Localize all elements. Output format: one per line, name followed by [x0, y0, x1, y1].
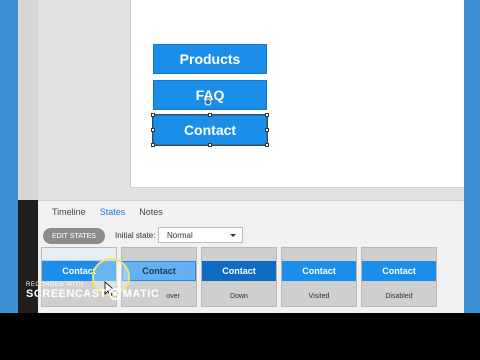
- resize-handle-b[interactable]: [208, 143, 212, 147]
- left-gutter: [18, 0, 38, 200]
- initial-state-select[interactable]: Normal: [158, 227, 243, 243]
- state-button-down[interactable]: Contact: [202, 261, 276, 281]
- state-card-disabled[interactable]: Contact Disabled: [361, 247, 437, 307]
- resize-handle-bl[interactable]: [151, 143, 155, 147]
- screencast-logo-icon: [108, 288, 121, 300]
- state-button-hover[interactable]: Contact: [122, 261, 196, 281]
- state-label-visited: Visited: [308, 293, 330, 300]
- tab-timeline[interactable]: Timeline: [52, 206, 86, 218]
- state-button-visited[interactable]: Contact: [282, 261, 356, 281]
- state-label-down: Down: [230, 293, 248, 300]
- resize-handle-l[interactable]: [151, 128, 155, 132]
- tab-notes[interactable]: Notes: [139, 206, 163, 218]
- state-button-disabled[interactable]: Contact: [362, 261, 436, 281]
- screencast-watermark: RECORDED WITH SCREENCAST MATIC: [26, 282, 159, 300]
- products-button[interactable]: Products: [153, 44, 267, 74]
- watermark-screencast: SCREENCAST: [26, 288, 107, 300]
- tab-states[interactable]: States: [100, 206, 126, 218]
- resize-handle-t[interactable]: [208, 113, 212, 117]
- contact-button-selected[interactable]: Contact: [152, 114, 268, 146]
- letterbox-bottom: [0, 313, 480, 360]
- initial-state-label: Initial state:: [115, 231, 156, 240]
- resize-handle-r[interactable]: [265, 128, 269, 132]
- resize-handle-tr[interactable]: [265, 113, 269, 117]
- initial-state-value: Normal: [167, 230, 193, 240]
- right-frame: [464, 0, 480, 313]
- watermark-matic: MATIC: [122, 288, 160, 300]
- panel-tabs: Timeline States Notes: [52, 206, 163, 218]
- chevron-down-icon: [230, 234, 236, 237]
- move-cursor-icon: [203, 97, 213, 107]
- app-window: Products FAQ Contact Timeline States Not…: [0, 0, 480, 313]
- resize-handle-br[interactable]: [265, 143, 269, 147]
- state-label-disabled: Disabled: [385, 293, 413, 300]
- resize-handle-tl[interactable]: [151, 113, 155, 117]
- left-frame: [0, 0, 18, 313]
- edit-states-button[interactable]: EDIT STATES: [43, 228, 105, 244]
- state-card-down[interactable]: Contact Down: [201, 247, 277, 307]
- state-card-visited[interactable]: Contact Visited: [281, 247, 357, 307]
